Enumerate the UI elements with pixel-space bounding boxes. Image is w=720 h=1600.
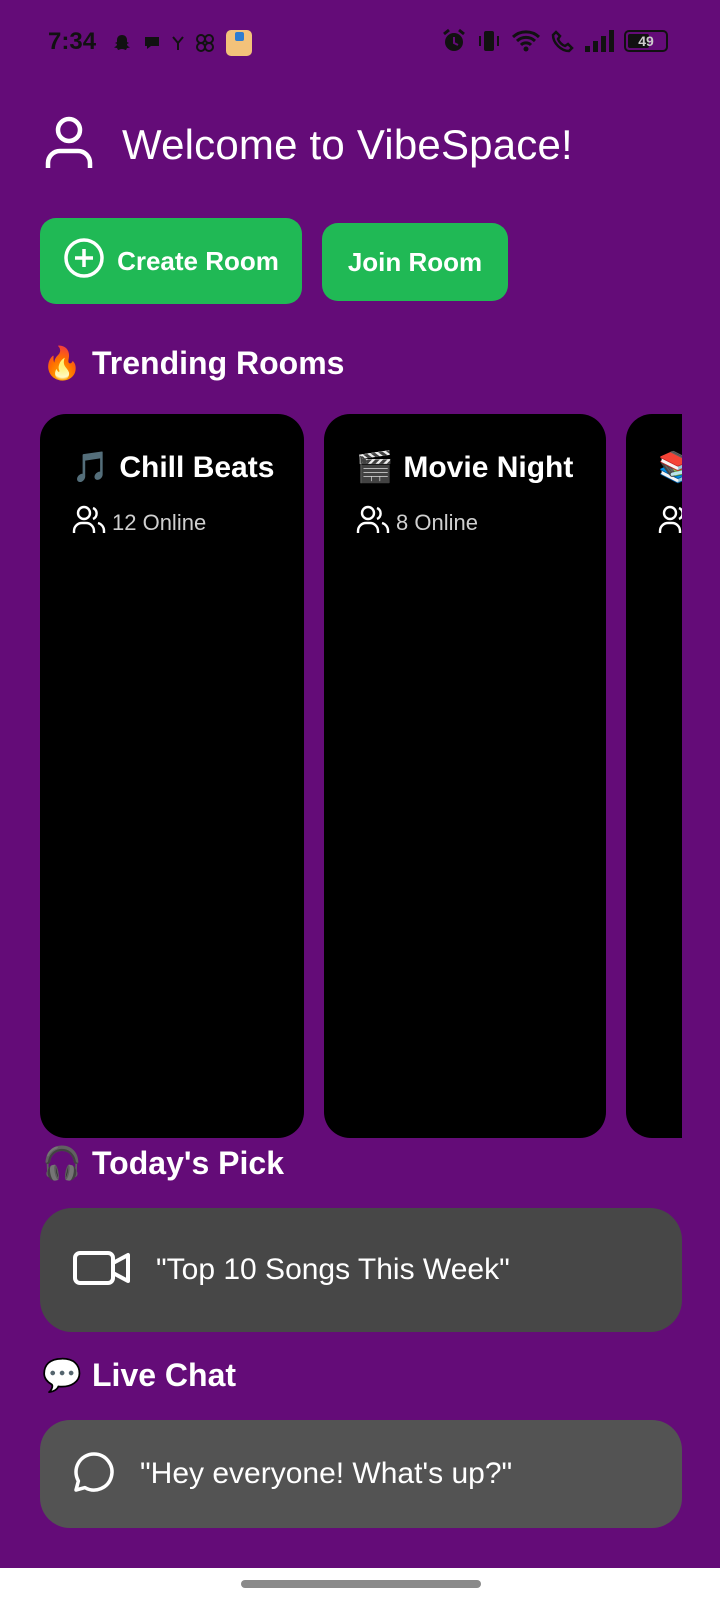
wifi-call-icon xyxy=(551,29,575,53)
room-name: Chill Beats xyxy=(119,450,275,484)
users-icon xyxy=(658,505,682,540)
headphones-icon: 🎧 xyxy=(42,1144,82,1182)
fire-icon: 🔥 xyxy=(42,344,82,382)
system-icons: 49 xyxy=(441,28,668,54)
room-card[interactable]: 🎵 Chill Beats 12 Online xyxy=(40,414,304,1138)
live-chat-card[interactable]: "Hey everyone! What's up?" xyxy=(40,1420,682,1528)
wifi-icon xyxy=(511,29,541,53)
room-name: Movie Night xyxy=(403,450,574,484)
vibrate-icon xyxy=(477,28,501,54)
create-room-label: Create Room xyxy=(117,245,279,276)
home-indicator[interactable] xyxy=(241,1580,481,1588)
app-screen: 7:34 49 Welcome to VibeSpace! Create Roo… xyxy=(0,0,720,1600)
room-card[interactable]: 📚 xyxy=(626,414,682,1138)
user-icon[interactable] xyxy=(44,114,94,175)
trending-rooms-carousel[interactable]: 🎵 Chill Beats 12 Online 🎬 Movie Night 8 … xyxy=(40,414,682,1138)
signal-small-icon xyxy=(172,35,184,51)
users-icon xyxy=(72,505,106,540)
battery-level: 49 xyxy=(638,33,654,49)
online-count: 8 Online xyxy=(396,509,478,535)
snapchat-icon xyxy=(112,33,132,53)
navigation-bar xyxy=(0,1568,720,1600)
create-room-button[interactable]: Create Room xyxy=(40,218,302,304)
join-room-button[interactable]: Join Room xyxy=(322,223,508,301)
todays-pick-card[interactable]: "Top 10 Songs This Week" xyxy=(40,1208,682,1332)
online-count: 12 Online xyxy=(112,509,207,535)
todays-pick-section-title: 🎧 Today's Pick xyxy=(42,1144,284,1182)
users-icon xyxy=(356,505,390,540)
plus-circle-icon xyxy=(63,237,105,286)
todays-pick-text: "Top 10 Songs This Week" xyxy=(156,1253,510,1286)
join-room-label: Join Room xyxy=(347,246,483,277)
status-bar: 7:34 49 xyxy=(0,0,720,84)
welcome-header: Welcome to VibeSpace! xyxy=(44,114,573,175)
trending-section-title: 🔥 Trending Rooms xyxy=(42,344,344,382)
notification-icons xyxy=(112,30,252,56)
battery-icon: 49 xyxy=(624,30,668,52)
todays-pick-title: Today's Pick xyxy=(92,1144,284,1181)
trending-title: Trending Rooms xyxy=(92,344,345,381)
speech-balloon-icon: 💬 xyxy=(42,1356,82,1394)
video-icon xyxy=(72,1248,132,1293)
music-note-icon: 🎵 xyxy=(72,450,110,485)
chat-icon xyxy=(72,1450,116,1499)
page-title: Welcome to VibeSpace! xyxy=(122,120,573,168)
chat-bubble-icon xyxy=(142,33,162,53)
cell-signal-icon xyxy=(585,30,614,52)
live-chat-text: "Hey everyone! What's up?" xyxy=(140,1457,513,1490)
live-chat-section-title: 💬 Live Chat xyxy=(42,1356,236,1394)
amazon-icon xyxy=(226,30,252,56)
room-card[interactable]: 🎬 Movie Night 8 Online xyxy=(324,414,606,1138)
status-time: 7:34 xyxy=(48,28,97,55)
books-icon: 📚 xyxy=(658,450,682,485)
live-chat-title: Live Chat xyxy=(92,1356,237,1393)
pinwheel-icon xyxy=(194,32,216,54)
clapperboard-icon: 🎬 xyxy=(356,450,394,485)
alarm-icon xyxy=(441,28,467,54)
